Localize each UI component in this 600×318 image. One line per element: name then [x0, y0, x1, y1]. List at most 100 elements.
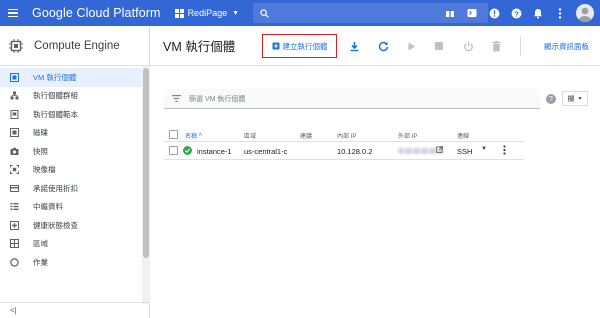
column-header-recommendation[interactable]: 建議 — [300, 131, 312, 140]
filter-input[interactable]: 篩選 VM 執行個體 — [164, 89, 540, 109]
import-vm-button[interactable] — [347, 39, 361, 53]
help-icon[interactable]: ? — [510, 7, 522, 19]
start-button[interactable] — [404, 39, 418, 53]
ssh-button[interactable]: SSH — [457, 147, 472, 156]
vm-instances-icon — [10, 72, 19, 82]
status-running-icon — [183, 146, 192, 155]
reset-button[interactable] — [461, 39, 475, 53]
action-bar: VM 執行個體 建立執行個體 顯示資訊面板 — [150, 26, 600, 66]
zones-icon — [10, 239, 19, 249]
sidebar-item-vm-instances[interactable]: VM 執行個體 — [0, 68, 142, 87]
account-avatar[interactable] — [576, 4, 594, 22]
project-selector[interactable]: RediPage ▼ — [174, 4, 240, 22]
sidebar-title: Compute Engine — [34, 39, 120, 52]
app-root: Google Cloud Platform RediPage ▼ ? Compu… — [0, 0, 600, 318]
page-title: VM 執行個體 — [163, 40, 236, 54]
columns-label: 欄 — [567, 95, 575, 103]
collapse-sidebar-button[interactable]: <| — [0, 302, 150, 318]
sidebar-item-committed-use[interactable]: 承諾使用折扣 — [0, 179, 142, 198]
snapshot-icon — [10, 147, 19, 156]
disk-icon — [10, 128, 19, 138]
action-divider — [520, 36, 521, 56]
health-check-icon — [10, 220, 19, 230]
select-all-checkbox[interactable] — [169, 130, 178, 139]
sidebar-item-label: 磁碟 — [33, 128, 48, 138]
more-vert-icon[interactable] — [503, 145, 506, 157]
cloud-shell-icon[interactable] — [466, 7, 478, 19]
alert-icon[interactable] — [488, 7, 500, 19]
scrollbar-thumb[interactable] — [143, 68, 149, 258]
sidebar-item-disks[interactable]: 磁碟 — [0, 124, 142, 143]
sidebar-nav: VM 執行個體 執行個體群組 執行個體範本 磁碟 快照 映像檔 承諾使用折扣 中… — [0, 68, 142, 272]
sidebar-scrollbar[interactable] — [142, 66, 150, 304]
sidebar-item-label: 快照 — [33, 146, 48, 156]
ssh-options-dropdown[interactable]: ▼ — [481, 146, 487, 152]
show-info-panel-link[interactable]: 顯示資訊面板 — [544, 41, 589, 52]
column-header-internal-ip[interactable]: 內部 IP — [337, 131, 356, 140]
metadata-icon — [10, 202, 19, 211]
instance-groups-icon — [10, 91, 19, 100]
table-row: instance-1 us-central1-c 10.128.0.2 SSH … — [164, 142, 524, 160]
table-header: 名稱 ^ 區域 建議 內部 IP 外部 IP 連線 — [164, 128, 524, 142]
top-bar: Google Cloud Platform RediPage ▼ ? — [0, 0, 600, 26]
notifications-icon[interactable] — [532, 7, 544, 19]
column-header-connect[interactable]: 連線 — [457, 131, 469, 140]
add-box-icon — [272, 42, 279, 50]
create-instance-button[interactable]: 建立執行個體 — [262, 34, 337, 58]
project-name: RediPage — [187, 8, 228, 18]
delete-icon — [492, 40, 500, 51]
sidebar-item-label: 作業 — [33, 257, 48, 267]
open-in-new-icon[interactable] — [436, 146, 443, 155]
stop-button[interactable] — [432, 39, 446, 53]
brand-title[interactable]: Google Cloud Platform — [32, 6, 161, 20]
sidebar-item-label: VM 執行個體 — [33, 72, 77, 82]
sidebar-item-health-checks[interactable]: 健康狀態檢查 — [0, 216, 142, 235]
gift-icon[interactable] — [444, 7, 456, 19]
search-icon — [260, 8, 269, 18]
sidebar-item-instance-groups[interactable]: 執行個體群組 — [0, 87, 142, 106]
row-checkbox[interactable] — [169, 146, 178, 155]
instance-name-link[interactable]: instance-1 — [197, 147, 232, 156]
sidebar-header: Compute Engine — [0, 26, 149, 66]
committed-use-icon — [10, 184, 19, 193]
sidebar: Compute Engine VM 執行個體 執行個體群組 執行個體範本 磁碟 … — [0, 26, 150, 318]
columns-button[interactable]: 欄 ▼ — [562, 91, 588, 106]
instance-zone: us-central1-c — [244, 147, 288, 156]
column-header-name[interactable]: 名稱 ^ — [185, 131, 202, 140]
column-header-external-ip[interactable]: 外部 IP — [398, 131, 417, 140]
sidebar-item-snapshots[interactable]: 快照 — [0, 142, 142, 161]
sort-ascending-icon: ^ — [198, 133, 202, 140]
sidebar-item-label: 執行個體範本 — [33, 109, 78, 119]
sidebar-item-images[interactable]: 映像檔 — [0, 161, 142, 180]
refresh-icon — [378, 41, 388, 51]
sidebar-item-label: 中繼資料 — [33, 202, 63, 212]
delete-button[interactable] — [489, 39, 503, 53]
play-icon — [408, 42, 415, 50]
collapse-icon: <| — [10, 306, 17, 315]
project-icon — [174, 8, 184, 18]
more-vert-icon[interactable] — [554, 7, 566, 19]
instance-internal-ip: 10.128.0.2 — [337, 147, 373, 156]
menu-icon[interactable] — [0, 0, 26, 26]
sidebar-item-zones[interactable]: 區域 — [0, 235, 142, 254]
column-header-zone[interactable]: 區域 — [244, 131, 256, 140]
sidebar-item-label: 映像檔 — [33, 165, 56, 175]
refresh-button[interactable] — [376, 39, 390, 53]
operations-icon — [10, 258, 19, 267]
sidebar-item-label: 區域 — [33, 239, 48, 249]
compute-engine-icon — [9, 38, 23, 53]
instance-templates-icon — [10, 109, 19, 119]
filter-list-icon — [172, 95, 181, 102]
power-icon — [463, 41, 473, 51]
help-icon[interactable]: ? — [546, 94, 556, 104]
sidebar-item-instance-templates[interactable]: 執行個體範本 — [0, 105, 142, 124]
sidebar-item-operations[interactable]: 作業 — [0, 253, 142, 272]
chevron-down-icon: ▼ — [232, 9, 240, 17]
sidebar-item-label: 承諾使用折扣 — [33, 183, 78, 193]
sidebar-item-metadata[interactable]: 中繼資料 — [0, 198, 142, 217]
sidebar-item-label: 健康狀態檢查 — [33, 220, 78, 230]
chevron-down-icon: ▼ — [577, 95, 583, 102]
svg-text:?: ? — [514, 9, 519, 18]
image-icon — [10, 165, 19, 175]
download-icon — [350, 41, 358, 51]
